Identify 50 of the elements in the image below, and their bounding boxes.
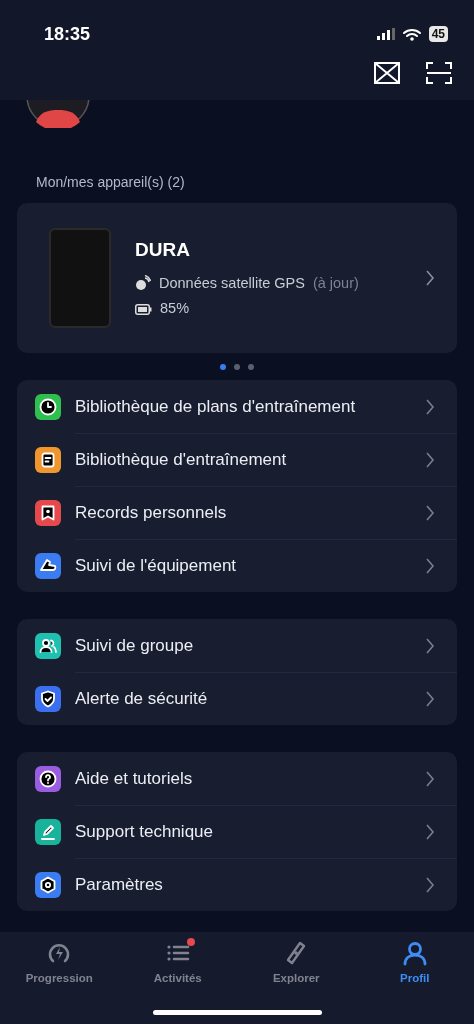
menu-item[interactable]: Alerte de sécurité xyxy=(17,672,457,725)
menu-item[interactable]: Bibliothèque de plans d'entraînement xyxy=(17,380,457,433)
menu-item[interactable]: Aide et tutoriels xyxy=(17,752,457,805)
avatar[interactable] xyxy=(26,100,90,128)
page-indicator-dot[interactable] xyxy=(234,363,240,370)
tab-button[interactable]: Progression xyxy=(0,932,119,1024)
mail-icon[interactable] xyxy=(374,62,400,84)
menu-item-label: Bibliothèque d'entraînement xyxy=(75,449,287,472)
wifi-icon xyxy=(402,27,421,41)
scan-icon[interactable] xyxy=(426,62,452,84)
tab-button[interactable]: Profil xyxy=(355,932,474,1024)
menu-item[interactable]: Records personnels xyxy=(17,486,457,539)
signal-icon xyxy=(376,28,395,40)
chevron-icon xyxy=(425,691,435,707)
menu-item[interactable]: Paramètres xyxy=(17,858,457,911)
menu-item[interactable]: Suivi de l'équipement xyxy=(17,539,457,592)
satellite-icon xyxy=(135,275,151,292)
chevron-icon xyxy=(425,877,435,893)
chevron-icon xyxy=(425,824,435,840)
page-indicator-dot[interactable] xyxy=(220,363,226,370)
tab-button[interactable]: Explorer xyxy=(237,932,356,1024)
chevron-icon xyxy=(425,398,435,415)
menu-item[interactable]: Support technique xyxy=(17,805,457,858)
gps-label: Données satellite GPS xyxy=(159,273,305,293)
section-label: Mon/mes appareil(s) (2) xyxy=(35,173,186,192)
menu-item-label: Suivi de l'équipement xyxy=(75,555,237,578)
battery-indicator: 45 xyxy=(428,26,448,42)
chevron-icon xyxy=(425,270,435,286)
menu-item-label: Alerte de sécurité xyxy=(75,688,208,711)
chevron-icon xyxy=(425,637,435,654)
menu-item-label: Aide et tutoriels xyxy=(75,767,193,790)
battery-icon xyxy=(135,303,152,315)
menu-item-label: Records personnels xyxy=(75,502,227,525)
chevron-icon xyxy=(425,558,435,574)
gps-status: (à jour) xyxy=(312,273,359,293)
chevron-icon xyxy=(425,452,435,468)
person-icon xyxy=(401,940,428,966)
device-name: DURA xyxy=(135,238,191,262)
status-time: 18:35 xyxy=(44,22,91,46)
device-card[interactable]: DURA Données satellite GPS (à jour) 85% xyxy=(17,203,457,353)
menu-item[interactable]: Bibliothèque d'entraînement xyxy=(17,433,457,486)
menu-item[interactable]: Suivi de groupe xyxy=(17,619,457,672)
chevron-icon xyxy=(425,770,435,787)
page-indicator-dot[interactable] xyxy=(248,363,254,370)
menu-item-label: Suivi de groupe xyxy=(75,634,194,657)
menu-item-label: Bibliothèque de plans d'entraînement xyxy=(75,395,356,418)
battery-level: 85% xyxy=(160,299,190,319)
menu-item-label: Support technique xyxy=(75,821,213,844)
chevron-icon xyxy=(425,505,435,521)
menu-item-label: Paramètres xyxy=(75,874,163,897)
